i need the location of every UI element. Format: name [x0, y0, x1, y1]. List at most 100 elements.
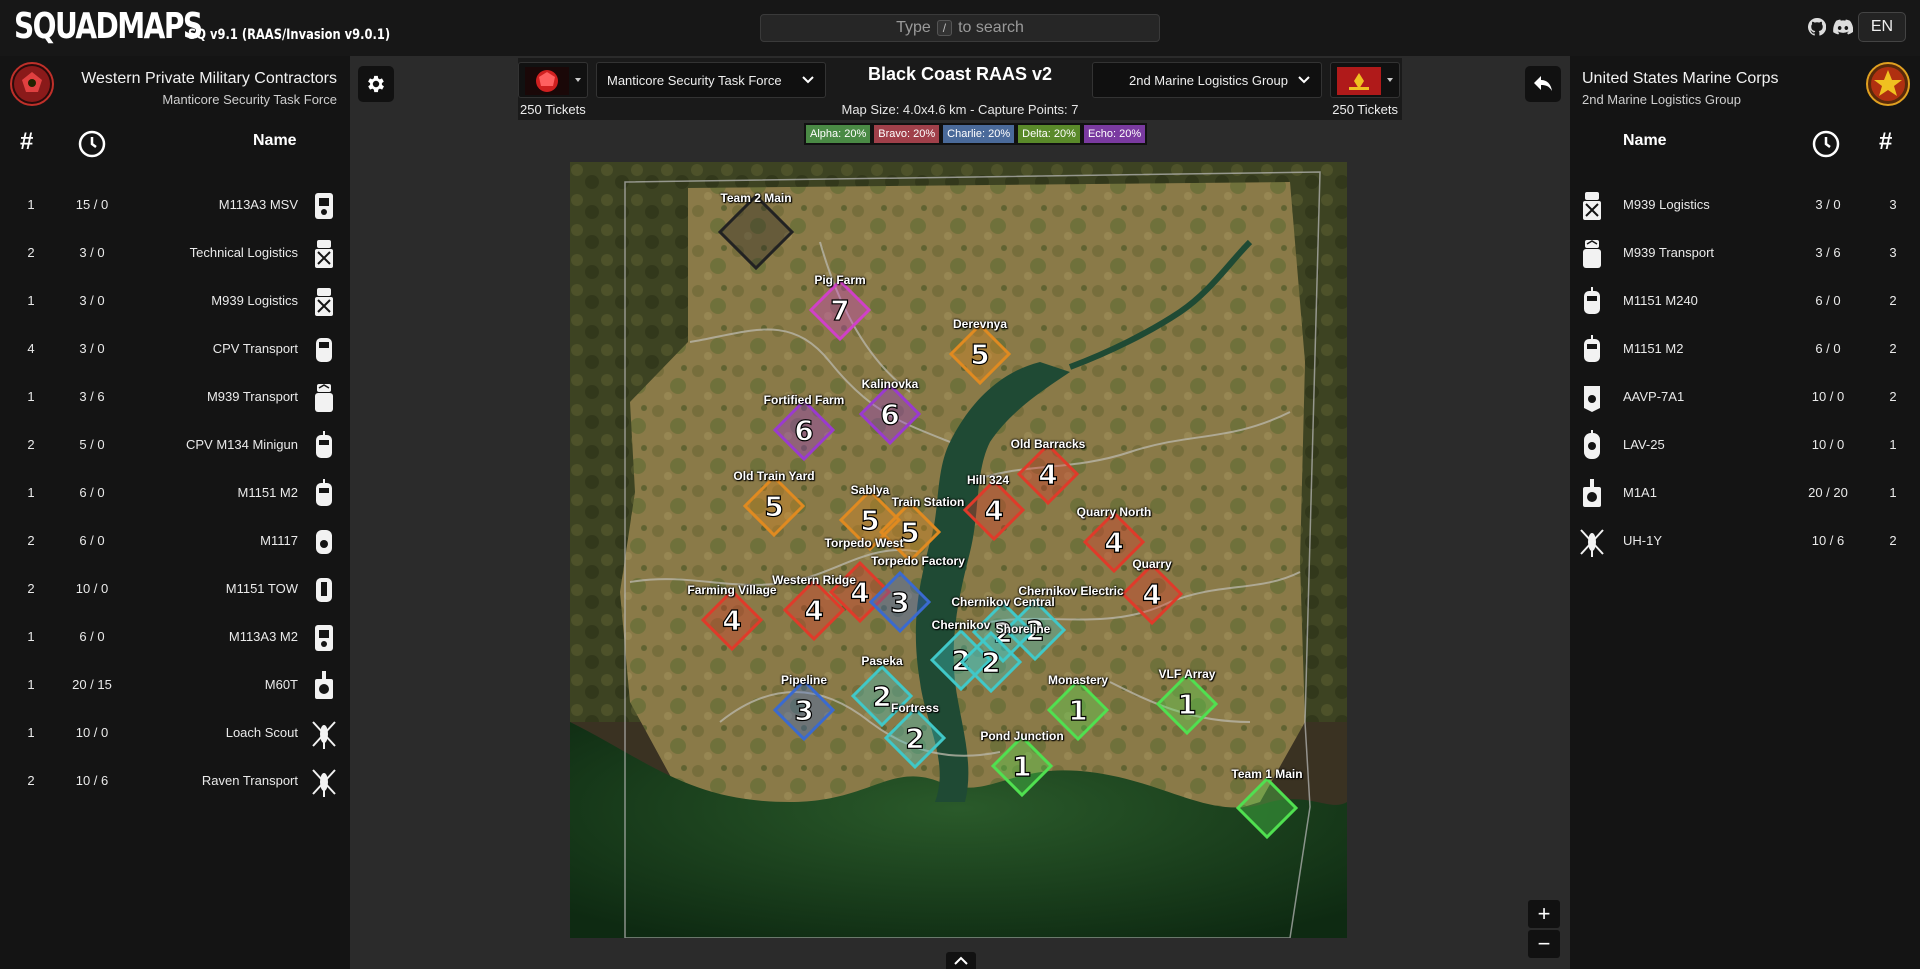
capture-point-number: 6	[880, 398, 899, 431]
zoom-out-button[interactable]: −	[1528, 930, 1560, 958]
capture-point-label: Monastery	[1047, 673, 1109, 687]
capture-point-number: 2	[872, 680, 891, 713]
lane-option[interactable]: Echo: 20%	[1082, 124, 1147, 144]
search-input[interactable]: Type / to search	[760, 14, 1160, 42]
vehicle-row[interactable]: 2 10 / 6 Raven Transport	[0, 758, 350, 806]
vehicle-name: M939 Transport	[1623, 245, 1715, 260]
vehicle-respawn-time: 3 / 0	[1815, 197, 1841, 212]
vehicle-row[interactable]: 1 15 / 0 M113A3 MSV	[0, 182, 350, 230]
capture-point-label: Pond Junction	[980, 729, 1064, 743]
vehicle-row[interactable]: UH-1Y 10 / 6 2	[1570, 518, 1920, 566]
vehicle-row[interactable]: 23 / 0 Technical Logistics	[0, 230, 350, 278]
vehicle-row[interactable]: AAVP-7A1 10 / 0 2	[1570, 374, 1920, 422]
name-column-header: Name	[253, 132, 297, 149]
vehicle-row[interactable]: LAV-25 10 / 0 1	[1570, 422, 1920, 470]
lane-selector: Alpha: 20% Bravo: 20% Charlie: 20% Delta: 2…	[804, 123, 1148, 145]
vehicle-respawn-time: 3 / 6	[79, 389, 105, 404]
match-bar: Manticore Security Task Force Black Coas…	[518, 58, 1402, 120]
vehicle-name: M1151 M240	[1623, 293, 1698, 308]
capture-point-number: 5	[764, 490, 783, 523]
lane-option[interactable]: Delta: 20%	[1017, 124, 1081, 144]
vehicle-name: M939 Logistics	[1623, 197, 1710, 212]
right-faction-unit: 2nd Marine Logistics Group	[1582, 92, 1741, 107]
map-view[interactable]: 7566445554434442222322111 Team 2 Main Pig…	[570, 162, 1347, 938]
capture-point-number: 4	[1142, 578, 1161, 611]
vehicle-row[interactable]: 2 10 / 0 M1151 TOW	[0, 566, 350, 614]
vehicle-row[interactable]: 1 20 / 15 M60T	[0, 662, 350, 710]
vehicle-row[interactable]: M1151 M2 6 / 0 2	[1570, 326, 1920, 374]
vehicle-row[interactable]: 13 / 6 M939 Transport	[0, 374, 350, 422]
vehicle-row[interactable]: 16 / 0 M113A3 M2	[0, 614, 350, 662]
map-canvas[interactable]: 7566445 5 5 44 34 44 222 23 221 11	[570, 162, 1347, 938]
vehicle-name: M1151 TOW	[225, 581, 298, 596]
capture-point-number: 3	[890, 586, 909, 619]
armed-car-icon	[310, 478, 338, 510]
map-title: Black Coast RAAS v2	[867, 64, 1053, 84]
vehicle-name: M1A1	[1623, 485, 1657, 500]
capture-point-label: Old Barracks	[1010, 437, 1086, 451]
vehicle-name: M939 Transport	[206, 389, 298, 404]
vehicle-row[interactable]: M1151 M240 6 / 0 2	[1570, 278, 1920, 326]
vehicle-respawn-time: 20 / 15	[72, 677, 112, 692]
count-column-header: #	[1879, 128, 1893, 155]
left-faction-flag-selector[interactable]	[518, 62, 588, 98]
vehicle-respawn-time: 6 / 0	[79, 629, 105, 644]
vehicle-row[interactable]: M939 Logistics 3 / 0 3	[1570, 182, 1920, 230]
vehicle-respawn-time: 3 / 0	[79, 341, 105, 356]
expand-panel-button[interactable]	[946, 952, 976, 969]
vehicle-row[interactable]: 13 / 0 M939 Logistics	[0, 278, 350, 326]
capture-point-label: Pipeline	[780, 673, 828, 687]
vehicle-respawn-time: 3 / 6	[1815, 245, 1841, 260]
lane-option[interactable]: Alpha: 20%	[805, 124, 872, 144]
tank-icon	[310, 670, 338, 702]
vehicle-respawn-time: 10 / 6	[75, 773, 109, 788]
vehicle-name: AAVP-7A1	[1623, 389, 1685, 404]
vehicle-respawn-time: 6 / 0	[1815, 293, 1841, 308]
right-unit-select[interactable]: 2nd Marine Logistics Group	[1092, 62, 1322, 98]
right-faction-flag-selector[interactable]	[1330, 62, 1400, 98]
map-info: Map Size: 4.0x4.6 km - Capture Points: 7	[841, 102, 1079, 117]
capture-point-number: 4	[984, 494, 1003, 527]
vehicle-row[interactable]: 26 / 0 M1117	[0, 518, 350, 566]
discord-icon[interactable]	[1832, 16, 1854, 38]
vehicle-row[interactable]: M939 Transport 3 / 6 3	[1570, 230, 1920, 278]
vehicle-name: LAV-25	[1623, 437, 1665, 452]
vehicle-row[interactable]: 25 / 0 CPV M134 Minigun	[0, 422, 350, 470]
chevron-up-icon	[954, 956, 968, 965]
lane-option[interactable]: Bravo: 20%	[873, 124, 941, 144]
zoom-in-button[interactable]: +	[1528, 900, 1560, 928]
vehicle-row[interactable]: 43 / 0 CPV Transport	[0, 326, 350, 374]
vehicle-respawn-time: 3 / 0	[79, 245, 105, 260]
vehicle-respawn-time: 20 / 20	[1808, 485, 1848, 500]
left-team-panel: Western Private Military Contractors Man…	[0, 56, 350, 969]
back-button[interactable]	[1525, 66, 1561, 102]
capture-point-number: 6	[794, 414, 813, 447]
chevron-down-icon	[1298, 76, 1310, 84]
chevron-down-icon	[802, 76, 814, 84]
tank-icon	[1578, 478, 1606, 510]
capture-point-number: 2	[981, 646, 1000, 679]
vehicle-respawn-time: 6 / 0	[79, 533, 105, 548]
helicopter-icon	[310, 718, 338, 750]
app-logo[interactable]: SQUADMAPS	[14, 6, 203, 47]
lane-option[interactable]: Charlie: 20%	[942, 124, 1016, 144]
logistics-truck-icon	[310, 238, 338, 270]
apc-icon	[310, 622, 338, 654]
settings-button[interactable]	[358, 66, 394, 102]
left-unit-select[interactable]: Manticore Security Task Force	[596, 62, 826, 98]
vehicle-row[interactable]: 16 / 0 M1151 M2	[0, 470, 350, 518]
github-icon[interactable]	[1806, 16, 1828, 38]
vehicle-respawn-time: 5 / 0	[79, 437, 105, 452]
vehicle-respawn-time: 10 / 0	[1811, 389, 1845, 404]
vehicle-count: 1	[1889, 485, 1897, 500]
language-button[interactable]: EN	[1858, 12, 1906, 42]
left-tickets: 250 Tickets	[520, 102, 586, 117]
search-prefix: Type	[896, 19, 931, 36]
left-faction-name: Western Private Military Contractors	[81, 70, 337, 87]
vehicle-row[interactable]: 1 10 / 0 Loach Scout	[0, 710, 350, 758]
vehicle-name: M113A3 MSV	[218, 197, 298, 212]
vehicle-row[interactable]: M1A1 20 / 20 1	[1570, 470, 1920, 518]
clock-icon	[1812, 130, 1840, 163]
vehicle-name: UH-1Y	[1623, 533, 1663, 548]
capture-point-number: 4	[1104, 526, 1123, 559]
